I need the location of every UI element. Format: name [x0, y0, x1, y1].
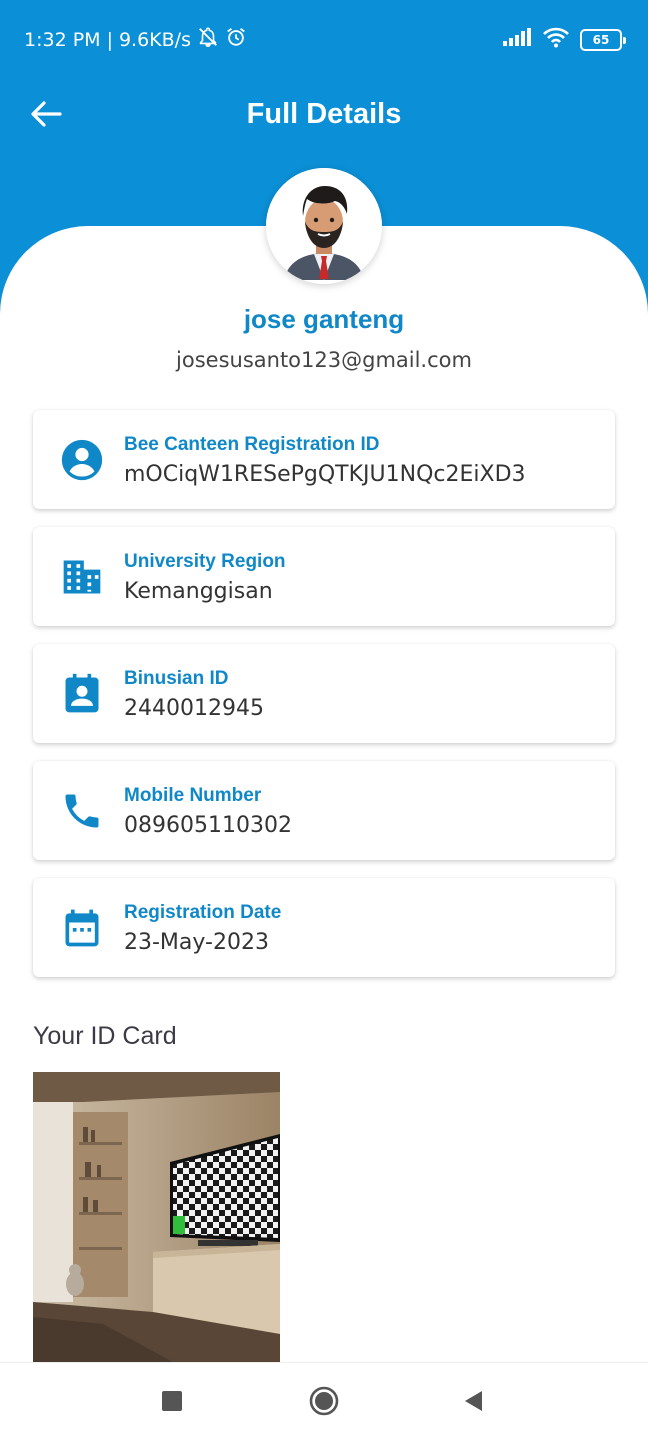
detail-card-mobile-number: Mobile Number 089605110302	[33, 761, 615, 860]
home-button[interactable]	[306, 1385, 342, 1421]
detail-label: Binusian ID	[124, 668, 229, 689]
wifi-icon	[542, 26, 570, 53]
avatar	[266, 168, 382, 284]
id-card-heading: Your ID Card	[33, 1022, 177, 1050]
status-right: 65	[502, 26, 626, 53]
details-list: Bee Canteen Registration ID mOCiqW1RESeP…	[33, 410, 615, 995]
status-divider: |	[106, 28, 113, 51]
user-email: josesusanto123@gmail.com	[176, 348, 472, 372]
detail-label: Mobile Number	[124, 785, 262, 806]
detail-value: 23-May-2023	[124, 930, 269, 955]
app-bar: Full Details	[0, 88, 648, 144]
status-speed: 9.6KB/s	[118, 28, 191, 51]
detail-label: Registration Date	[124, 902, 282, 923]
detail-label: Bee Canteen Registration ID	[124, 434, 380, 455]
calendar-icon	[60, 906, 104, 950]
detail-card-binusian-id: Binusian ID 2440012945	[33, 644, 615, 743]
status-time: 1:32 PM	[24, 28, 101, 51]
phone-icon	[60, 789, 104, 833]
status-bar: 1:32 PM | 9.6KB/s 65	[0, 0, 648, 78]
user-name: jose ganteng	[243, 304, 405, 334]
page-title: Full Details	[246, 98, 402, 130]
detail-card-registration-date: Registration Date 23-May-2023	[33, 878, 615, 977]
battery-icon: 65	[580, 28, 626, 51]
detail-value: Kemanggisan	[124, 579, 273, 604]
signal-icon	[502, 27, 532, 52]
square-icon	[161, 1390, 183, 1417]
system-nav-bar	[0, 1362, 648, 1440]
back-nav-button[interactable]	[455, 1385, 491, 1421]
detail-value: mOCiqW1RESePgQTKJU1NQc2EiXD3	[124, 462, 526, 487]
detail-value: 089605110302	[124, 813, 292, 838]
triangle-back-icon	[462, 1389, 484, 1418]
building-icon	[60, 555, 104, 599]
id-card-image[interactable]	[33, 1072, 280, 1362]
circle-icon	[309, 1386, 339, 1421]
status-left: 1:32 PM | 9.6KB/s	[24, 26, 247, 53]
bell-off-icon	[197, 26, 219, 53]
detail-value: 2440012945	[124, 696, 264, 721]
detail-card-registration-id: Bee Canteen Registration ID mOCiqW1RESeP…	[33, 410, 615, 509]
alarm-icon	[225, 26, 247, 53]
detail-label: University Region	[124, 551, 286, 572]
account-circle-icon	[60, 438, 104, 482]
contact-badge-icon	[60, 672, 104, 716]
detail-card-university-region: University Region Kemanggisan	[33, 527, 615, 626]
recents-button[interactable]	[154, 1385, 190, 1421]
